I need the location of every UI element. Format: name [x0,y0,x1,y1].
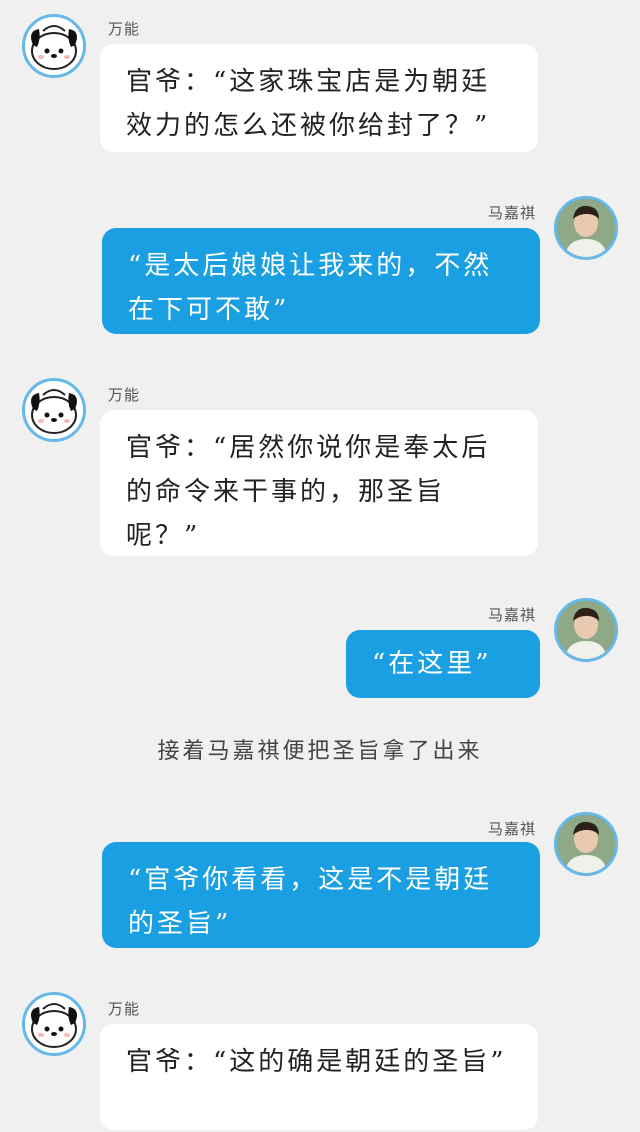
message-bubble[interactable]: “是太后娘娘让我来的，不然在下可不敢” [102,228,540,334]
message-bubble[interactable]: “在这里” [346,630,540,698]
message-bubble[interactable]: 官爷：“这的确是朝廷的圣旨” [100,1024,538,1130]
sender-name: 万能 [108,386,141,404]
sender-name: 马嘉祺 [487,606,536,624]
sender-name: 万能 [108,1000,141,1018]
sender-name: 万能 [108,20,141,38]
message-bubble[interactable]: 官爷：“这家珠宝店是为朝廷效力的怎么还被你给封了？” [100,44,538,152]
sender-name: 马嘉祺 [487,204,536,222]
sender-avatar[interactable] [22,378,86,442]
dog-face-icon [31,1003,77,1048]
person-photo-icon [557,199,615,257]
message-bubble[interactable]: 官爷：“居然你说你是奉太后的命令来干事的，那圣旨呢？” [100,410,538,556]
message-bubble[interactable]: “官爷你看看，这是不是朝廷的圣旨” [102,842,540,948]
sender-name: 马嘉祺 [487,820,536,838]
sender-avatar[interactable] [22,992,86,1056]
sender-avatar[interactable] [22,14,86,78]
narration-text: 接着马嘉祺便把圣旨拿了出来 [157,739,483,764]
sender-avatar[interactable] [554,196,618,260]
person-photo-icon [557,601,615,659]
sender-avatar[interactable] [554,812,618,876]
dog-face-icon [31,389,77,434]
dog-face-icon [31,25,77,70]
sender-avatar[interactable] [554,598,618,662]
person-photo-icon [557,815,615,873]
